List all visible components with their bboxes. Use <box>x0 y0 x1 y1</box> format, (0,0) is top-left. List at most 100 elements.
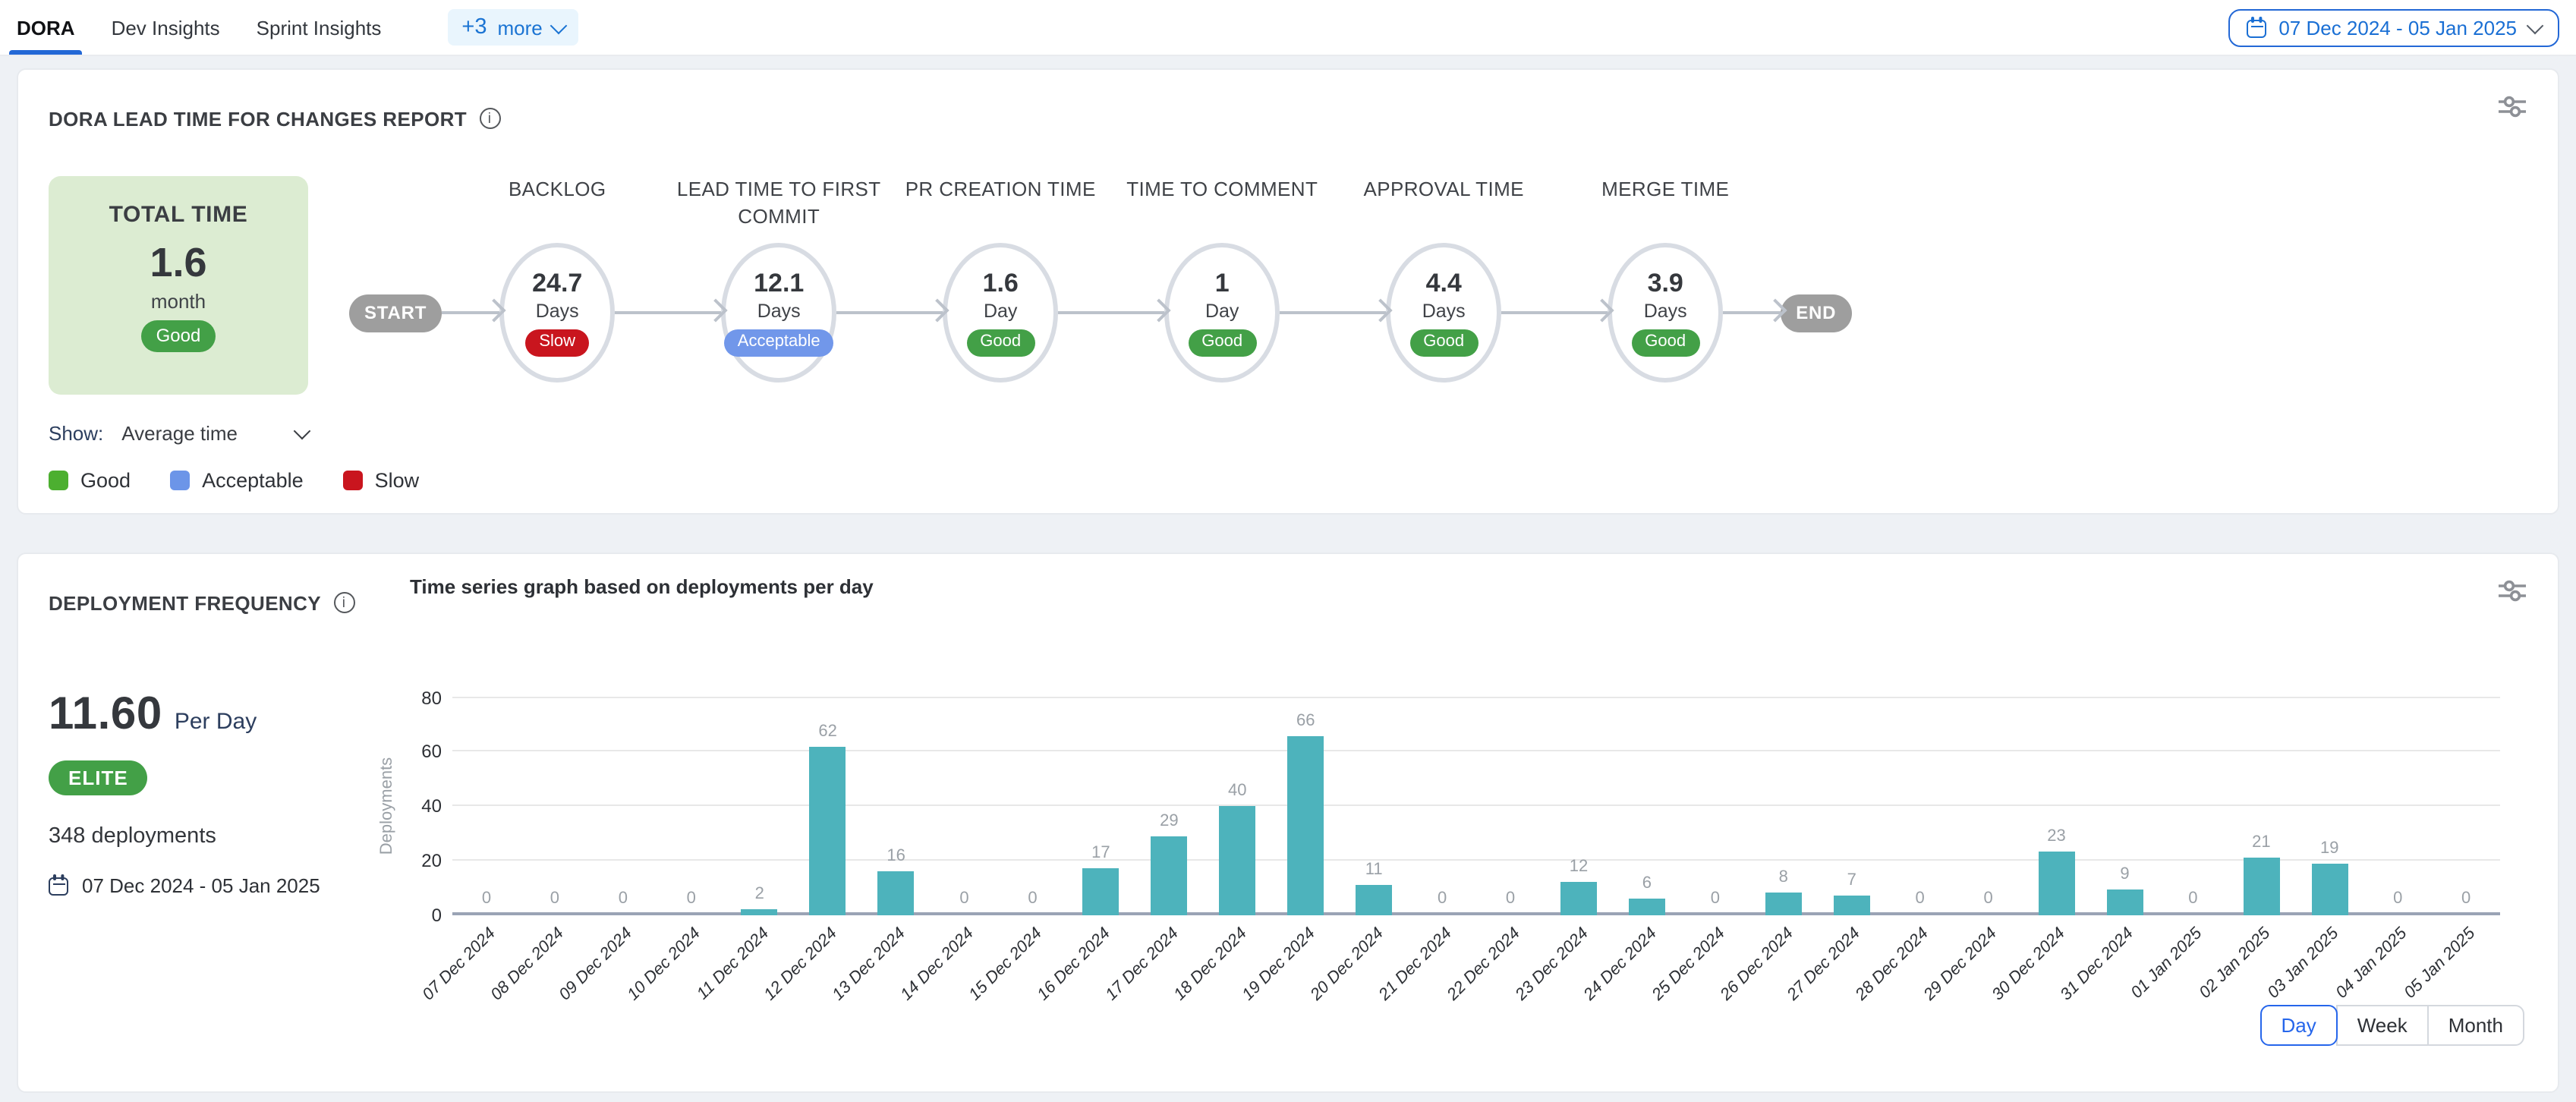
bar-value-label: 16 <box>886 847 905 865</box>
bar-12-dec-2024[interactable] <box>810 747 846 915</box>
calendar-icon <box>49 877 68 896</box>
more-tabs-button[interactable]: +3 more <box>448 9 578 46</box>
bar-slot: 2 <box>726 697 794 915</box>
granularity-week-button[interactable]: Week <box>2336 1005 2429 1046</box>
legend-swatch <box>49 471 68 490</box>
legend-item-good: Good <box>49 469 131 492</box>
bar-slot: 8 <box>1749 697 1818 915</box>
stage-circle: 1.6 Day Good <box>943 243 1058 383</box>
deployment-header: DEPLOYMENT FREQUENCY Time series graph b… <box>49 575 2527 631</box>
bar-23-dec-2024[interactable] <box>1560 882 1597 915</box>
lead-time-body: TOTAL TIME 1.6 month Good Show: Average … <box>49 158 2527 445</box>
rate-unit: Per Day <box>175 708 257 734</box>
bar-30-dec-2024[interactable] <box>2039 852 2075 915</box>
flow-connector-arrow <box>442 311 499 314</box>
chart-settings-button[interactable] <box>2496 93 2529 126</box>
rate-value: 11.60 <box>49 688 162 740</box>
bar-slot: 21 <box>2227 697 2295 915</box>
bar-slot: 0 <box>589 697 657 915</box>
bar-26-dec-2024[interactable] <box>1765 893 1802 915</box>
stage-name: MERGE TIME <box>1551 176 1779 231</box>
bar-slot: 66 <box>1271 697 1340 915</box>
bar-value-label: 0 <box>1438 889 1447 907</box>
stage-status-badge: Good <box>1409 329 1478 357</box>
bar-value-label: 2 <box>755 885 764 903</box>
show-value: Average time <box>121 422 238 445</box>
bar-slot: 0 <box>931 697 999 915</box>
flow-connector-arrow <box>1501 311 1608 314</box>
y-tick-label: 0 <box>411 904 442 925</box>
stats-date-range: 07 Dec 2024 - 05 Jan 2025 <box>49 874 410 896</box>
top-bar: DORA Dev Insights Sprint Insights +3 more… <box>0 0 2576 56</box>
chart-settings-button[interactable] <box>2496 577 2529 610</box>
bar-31-dec-2024[interactable] <box>2106 890 2143 915</box>
tab-dev-insights[interactable]: Dev Insights <box>112 0 220 55</box>
stage-value: 3.9 <box>1648 269 1683 299</box>
bar-slot: 0 <box>1954 697 2023 915</box>
bar-slot: 17 <box>1066 697 1135 915</box>
legend-swatch <box>343 471 363 490</box>
flow-connector-arrow <box>1280 311 1386 314</box>
bar-value-label: 17 <box>1091 844 1110 862</box>
stage-status-badge: Slow <box>525 329 589 357</box>
show-dropdown[interactable]: Show: Average time <box>49 422 308 445</box>
bar-19-dec-2024[interactable] <box>1287 735 1324 915</box>
bar-value-label: 0 <box>959 889 968 907</box>
granularity-month-button[interactable]: Month <box>2427 1005 2524 1046</box>
stage-name: TIME TO COMMENT <box>1108 176 1336 231</box>
bar-value-label: 0 <box>482 889 491 907</box>
stats-date-value: 07 Dec 2024 - 05 Jan 2025 <box>82 874 320 896</box>
bar-03-jan-2025[interactable] <box>2311 863 2348 915</box>
bar-slot: 12 <box>1545 697 1613 915</box>
tab-dora[interactable]: DORA <box>17 0 75 55</box>
bar-slot: 62 <box>794 697 862 915</box>
bar-slot: 0 <box>521 697 589 915</box>
total-time-column: TOTAL TIME 1.6 month Good Show: Average … <box>49 158 331 445</box>
bar-02-jan-2025[interactable] <box>2243 858 2279 915</box>
more-tabs-label: more <box>498 16 543 39</box>
bar-11-dec-2024[interactable] <box>742 909 778 915</box>
stage-unit: Days <box>1644 301 1687 322</box>
deployment-body: 11.60 Per Day ELITE 348 deployments 07 D… <box>49 631 2527 1048</box>
bar-18-dec-2024[interactable] <box>1219 806 1255 915</box>
tab-sprint-insights[interactable]: Sprint Insights <box>257 0 382 55</box>
stage-name: PR CREATION TIME <box>886 176 1114 231</box>
granularity-day-button[interactable]: Day <box>2260 1005 2337 1046</box>
bar-slot: 29 <box>1135 697 1203 915</box>
bar-17-dec-2024[interactable] <box>1151 836 1187 915</box>
deployment-rate: 11.60 Per Day <box>49 688 410 740</box>
bar-value-label: 0 <box>619 889 628 907</box>
bar-13-dec-2024[interactable] <box>878 871 915 915</box>
deployment-stats: 11.60 Per Day ELITE 348 deployments 07 D… <box>49 631 410 1048</box>
date-range-picker[interactable]: 07 Dec 2024 - 05 Jan 2025 <box>2228 8 2559 46</box>
tier-badge: ELITE <box>49 760 148 795</box>
bar-value-label: 0 <box>1711 889 1720 907</box>
more-tabs-count: +3 <box>461 15 487 39</box>
lead-time-card: DORA LEAD TIME FOR CHANGES REPORT TOTAL … <box>17 68 2559 515</box>
stage-backlog: BACKLOG 24.7 Days Slow <box>499 176 615 383</box>
bar-16-dec-2024[interactable] <box>1082 868 1119 915</box>
info-icon[interactable] <box>333 593 354 614</box>
bar-20-dec-2024[interactable] <box>1356 885 1392 915</box>
info-icon[interactable] <box>479 109 500 130</box>
stage-circle: 4.4 Days Good <box>1386 243 1501 383</box>
sliders-icon <box>2499 580 2526 603</box>
bar-slot: 19 <box>2295 697 2363 915</box>
bar-27-dec-2024[interactable] <box>1834 896 1870 915</box>
bar-value-label: 11 <box>1365 861 1383 879</box>
stage-value: 24.7 <box>532 269 582 299</box>
total-time-value: 1.6 <box>49 240 308 287</box>
flow-connector-arrow <box>1058 311 1164 314</box>
bar-24-dec-2024[interactable] <box>1629 899 1665 915</box>
chart-title: Time series graph based on deployments p… <box>410 575 874 598</box>
stage-circle: 24.7 Days Slow <box>499 243 615 383</box>
flow-connector-arrow <box>1723 311 1781 314</box>
stage-pr-creation-time: PR CREATION TIME 1.6 Day Good <box>943 176 1058 383</box>
deployment-chart: 80 60 40 20 0 Deployments 0 0 0 0 2 62 1… <box>410 631 2527 1048</box>
stage-status-badge: Good <box>1188 329 1256 357</box>
stage-status-badge: Acceptable <box>724 329 834 357</box>
stage-time-to-comment: TIME TO COMMENT 1 Day Good <box>1164 176 1280 383</box>
bar-value-label: 0 <box>2461 889 2471 907</box>
stage-lead-time-to-first-commit: LEAD TIME TO FIRST COMMIT 12.1 Days Acce… <box>721 176 836 383</box>
flow-end-pill: END <box>1781 294 1851 332</box>
